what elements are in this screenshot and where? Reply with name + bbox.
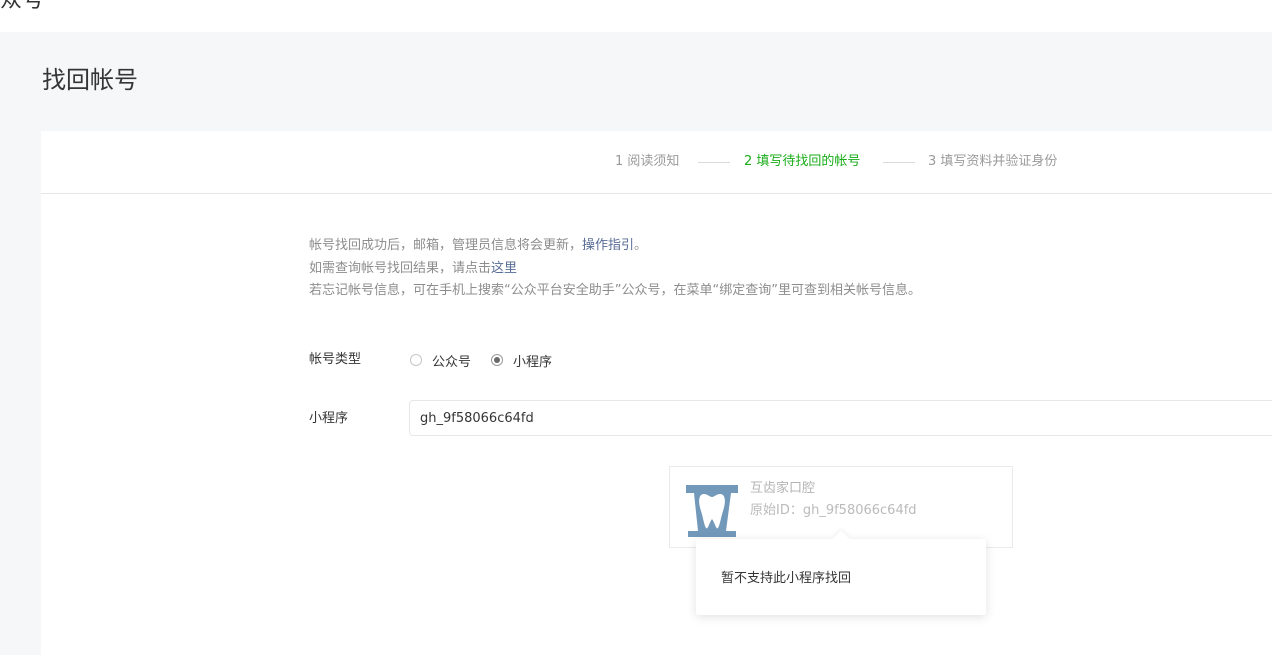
miniprogram-id-input[interactable] [409, 400, 1272, 436]
step-1: 1 阅读须知 [615, 154, 680, 169]
notice-line-3: 若忘记帐号信息，可在手机上搜索“公众平台安全助手”公众号，在菜单“绑定查询”里可… [309, 283, 921, 298]
unsupported-tooltip: 暂不支持此小程序找回 [696, 530, 986, 615]
top-bar-title: 众号 [0, 0, 45, 13]
top-bar: 众号 [0, 0, 1272, 32]
radio-checked-icon[interactable] [491, 354, 504, 366]
account-type-radio-group: 公众号 小程序 [410, 350, 572, 370]
query-result-link[interactable]: 这里 [491, 261, 517, 276]
radio-miniprogram[interactable]: 小程序 [491, 351, 552, 370]
radio-label: 小程序 [513, 354, 553, 370]
page-title: 找回帐号 [42, 66, 138, 94]
step-divider [698, 162, 730, 163]
radio-circle-icon[interactable] [410, 354, 422, 366]
radio-official-account[interactable]: 公众号 [410, 351, 471, 370]
account-original-id: 原始ID：gh_9f58066c64fd [750, 503, 917, 518]
page-body: 找回帐号 1 阅读须知 2 填写待找回的帐号 3 填写资料并验证身份 帐号找回成… [0, 32, 1272, 671]
account-name: 互齿家口腔 [750, 481, 816, 496]
notice-line-1: 帐号找回成功后，邮箱，管理员信息将会更新，操作指引。 [309, 238, 648, 253]
step-3: 3 填写资料并验证身份 [928, 154, 1058, 169]
main-card: 1 阅读须知 2 填写待找回的帐号 3 填写资料并验证身份 帐号找回成功后，邮箱… [41, 131, 1272, 671]
account-type-label: 帐号类型 [309, 352, 362, 367]
guide-link[interactable]: 操作指引 [582, 238, 634, 253]
miniprogram-label: 小程序 [309, 411, 349, 426]
step-indicator: 1 阅读须知 2 填写待找回的帐号 3 填写资料并验证身份 [41, 131, 1272, 194]
notice-line-2: 如需查询帐号找回结果，请点击这里 [309, 260, 518, 276]
notice-text: 帐号找回成功后，邮箱，管理员信息将会更新，操作指引。 如需查询帐号找回结果，请点… [309, 235, 921, 303]
radio-label: 公众号 [432, 354, 472, 370]
tooth-logo-icon [682, 481, 742, 539]
step-2-active: 2 填写待找回的帐号 [744, 154, 861, 169]
tooltip-text: 暂不支持此小程序找回 [721, 571, 852, 586]
step-divider [883, 162, 915, 163]
